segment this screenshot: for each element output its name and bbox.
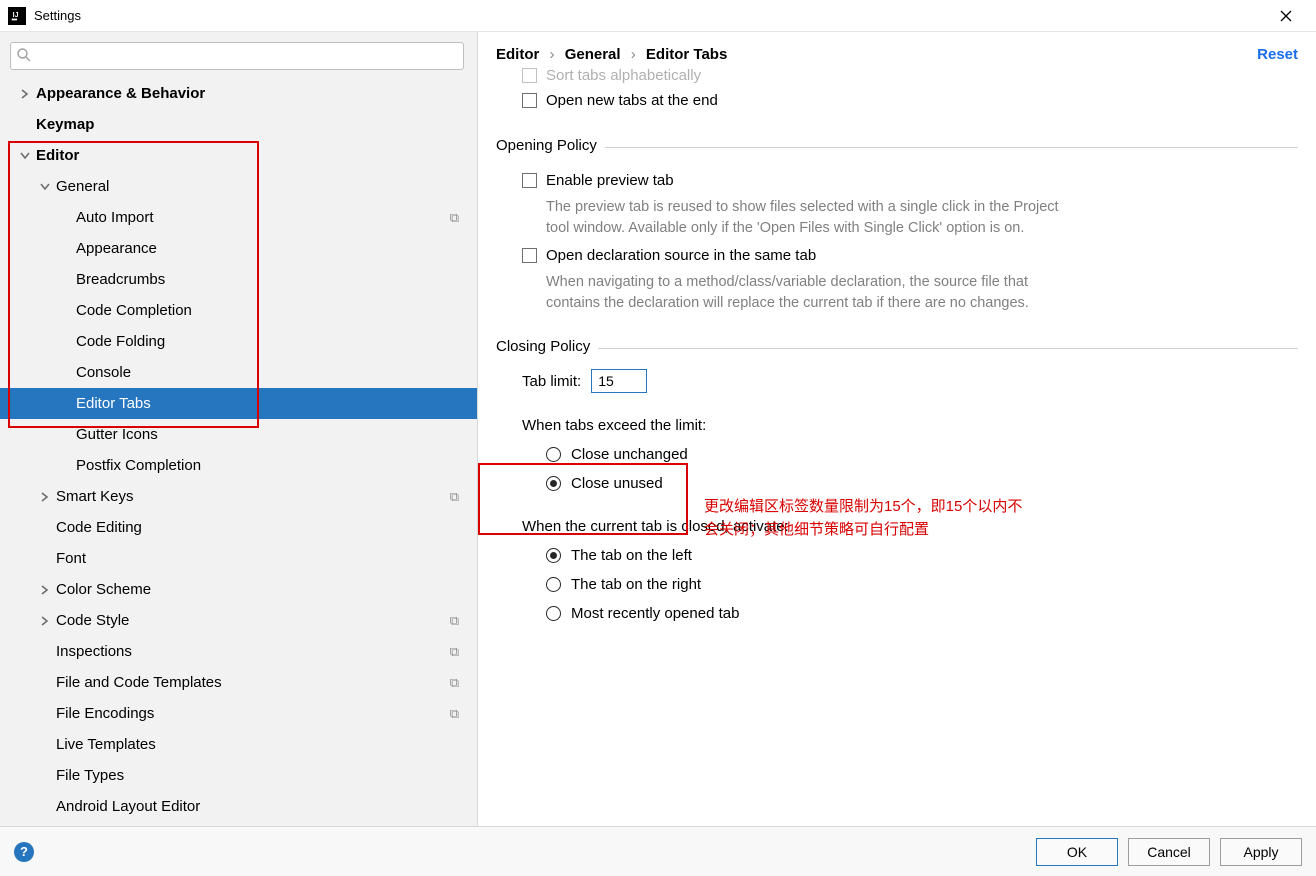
section-title: Closing Policy [496, 338, 598, 355]
tree-code-editing[interactable]: Code Editing [0, 512, 477, 543]
checkbox-open-end[interactable]: Open new tabs at the end [522, 92, 1298, 109]
checkbox-icon [522, 93, 537, 108]
tab-limit-row: Tab limit: [522, 369, 1298, 393]
chevron-down-icon [38, 180, 52, 194]
radio-close-unused[interactable]: Close unused [546, 475, 1298, 492]
radio-icon [546, 577, 561, 592]
tree-breadcrumbs[interactable]: Breadcrumbs [0, 264, 477, 295]
tab-limit-input[interactable] [591, 369, 647, 393]
breadcrumb-general[interactable]: General [565, 46, 621, 63]
chevron-right-icon [38, 583, 52, 597]
tree-postfix-completion[interactable]: Postfix Completion [0, 450, 477, 481]
checkbox-icon [522, 248, 537, 263]
tree-file-encodings[interactable]: File Encodings ⧉ [0, 698, 477, 729]
checkbox-sort-tabs[interactable]: Sort tabs alphabetically [522, 67, 1298, 84]
tree-android-layout[interactable]: Android Layout Editor [0, 791, 477, 822]
tree-file-templates[interactable]: File and Code Templates ⧉ [0, 667, 477, 698]
radio-tab-right[interactable]: The tab on the right [546, 576, 1298, 593]
preview-description: The preview tab is reused to show files … [546, 197, 1066, 239]
checkbox-icon [522, 68, 537, 83]
settings-content-panel: Editor › General › Editor Tabs Reset Sor… [478, 32, 1316, 826]
window-title: Settings [34, 8, 81, 23]
chevron-right-icon: › [550, 46, 555, 63]
apply-button[interactable]: Apply [1220, 838, 1302, 866]
tree-appearance-behavior[interactable]: Appearance & Behavior [0, 78, 477, 109]
checkbox-enable-preview[interactable]: Enable preview tab [522, 172, 1298, 189]
annotation-text: 更改编辑区标签数量限制为15个，即15个以内不会关闭；其他细节策略可自行配置 [704, 495, 1024, 542]
tree-code-folding[interactable]: Code Folding [0, 326, 477, 357]
tree-auto-import[interactable]: Auto Import ⧉ [0, 202, 477, 233]
chevron-right-icon [18, 87, 32, 101]
tree-inspections[interactable]: Inspections ⧉ [0, 636, 477, 667]
tree-font[interactable]: Font [0, 543, 477, 574]
dialog-button-bar: ? OK Cancel Apply [0, 826, 1316, 876]
tree-code-style[interactable]: Code Style ⧉ [0, 605, 477, 636]
reset-link[interactable]: Reset [1257, 46, 1298, 63]
titlebar: IJ Settings [0, 0, 1316, 32]
checkbox-icon [522, 173, 537, 188]
declaration-description: When navigating to a method/class/variab… [546, 272, 1066, 314]
tree-editor-tabs[interactable]: Editor Tabs [0, 388, 477, 419]
scope-icon: ⧉ [450, 675, 459, 691]
content-scroll[interactable]: Sort tabs alphabetically Open new tabs a… [478, 63, 1316, 826]
radio-tab-left[interactable]: The tab on the left [546, 547, 1298, 564]
breadcrumb-editor-tabs: Editor Tabs [646, 46, 727, 63]
checkbox-open-declaration[interactable]: Open declaration source in the same tab [522, 247, 1298, 264]
tree-keymap[interactable]: Keymap [0, 109, 477, 140]
tree-live-templates[interactable]: Live Templates [0, 729, 477, 760]
radio-tab-recent[interactable]: Most recently opened tab [546, 605, 1298, 622]
tree-color-scheme[interactable]: Color Scheme [0, 574, 477, 605]
scope-icon: ⧉ [450, 706, 459, 722]
scope-icon: ⧉ [450, 489, 459, 505]
radio-icon [546, 476, 561, 491]
settings-tree-panel: Appearance & Behavior Keymap Editor Gene… [0, 32, 478, 826]
tree-code-completion[interactable]: Code Completion [0, 295, 477, 326]
help-button[interactable]: ? [14, 842, 34, 862]
svg-text:IJ: IJ [13, 11, 19, 18]
ok-button[interactable]: OK [1036, 838, 1118, 866]
section-closing-policy: Closing Policy [496, 338, 1298, 355]
scope-icon: ⧉ [450, 613, 459, 629]
tree-editor[interactable]: Editor [0, 140, 477, 171]
tree-console[interactable]: Console [0, 357, 477, 388]
section-opening-policy: Opening Policy [496, 137, 1298, 154]
settings-tree[interactable]: Appearance & Behavior Keymap Editor Gene… [0, 74, 477, 826]
cancel-button[interactable]: Cancel [1128, 838, 1210, 866]
chevron-right-icon [38, 614, 52, 628]
radio-icon [546, 606, 561, 621]
exceed-limit-label: When tabs exceed the limit: [522, 417, 1298, 434]
search-input-wrap [10, 42, 464, 70]
section-title: Opening Policy [496, 137, 605, 154]
chevron-right-icon: › [631, 46, 636, 63]
chevron-right-icon [38, 490, 52, 504]
search-icon [16, 47, 32, 66]
tree-file-types[interactable]: File Types [0, 760, 477, 791]
breadcrumb-editor[interactable]: Editor [496, 46, 539, 63]
search-input[interactable] [10, 42, 464, 70]
tree-general[interactable]: General [0, 171, 477, 202]
chevron-down-icon [18, 149, 32, 163]
radio-icon [546, 548, 561, 563]
tree-gen-appearance[interactable]: Appearance [0, 233, 477, 264]
tree-smart-keys[interactable]: Smart Keys ⧉ [0, 481, 477, 512]
scope-icon: ⧉ [450, 644, 459, 660]
scope-icon: ⧉ [450, 210, 459, 226]
app-icon: IJ [8, 7, 26, 25]
tab-limit-label: Tab limit: [522, 373, 581, 390]
breadcrumb: Editor › General › Editor Tabs Reset [478, 32, 1316, 63]
radio-icon [546, 447, 561, 462]
main: Appearance & Behavior Keymap Editor Gene… [0, 32, 1316, 826]
window-close-button[interactable] [1264, 1, 1308, 31]
tree-gutter-icons[interactable]: Gutter Icons [0, 419, 477, 450]
radio-close-unchanged[interactable]: Close unchanged [546, 446, 1298, 463]
